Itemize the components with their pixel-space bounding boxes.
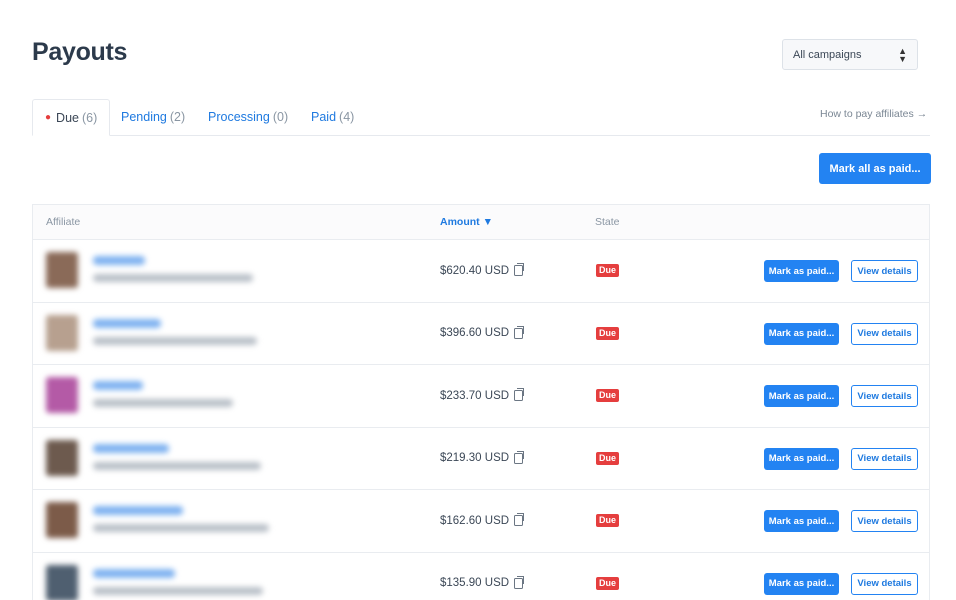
copy-icon[interactable] [514, 513, 525, 526]
amount-cell: $233.70 USD [440, 365, 525, 426]
mark-as-paid-button[interactable]: Mark as paid... [764, 572, 839, 595]
affiliate-name[interactable] [93, 568, 175, 578]
avatar [46, 314, 78, 351]
mark-as-paid-button[interactable]: Mark as paid... [764, 260, 839, 282]
view-details-button[interactable]: View details [851, 510, 918, 532]
amount-value: $620.40 USD [440, 264, 510, 277]
affiliate-email [93, 586, 263, 595]
tab-pending-count: (2) [169, 110, 186, 124]
affiliate-name[interactable] [93, 443, 169, 453]
payout-tabs: ● Due (6) Pending (2) Processing (0) Pai… [32, 99, 930, 136]
mark-as-paid-button[interactable]: Mark as paid... [764, 385, 839, 407]
view-details-button[interactable]: View details [851, 447, 918, 470]
amount-cell: $219.30 USD [440, 428, 525, 489]
amount-value: $396.60 USD [440, 327, 510, 339]
payouts-table: Affiliate Amount ▼ State $620.40 USD Due M… [32, 204, 930, 600]
tab-processing-count: (0) [272, 110, 289, 124]
view-details-button[interactable]: View details [851, 322, 918, 345]
status-badge: Due [596, 514, 620, 527]
tab-due[interactable]: ● Due (6) [32, 99, 111, 136]
status-badge: Due [596, 264, 620, 277]
affiliate-email [93, 461, 261, 470]
affiliate-cell[interactable] [43, 250, 283, 294]
affiliate-name[interactable] [93, 381, 143, 390]
tab-processing[interactable]: Processing (0) [208, 99, 288, 135]
affiliate-email [93, 399, 233, 407]
table-header: Affiliate Amount ▼ State [33, 205, 929, 240]
status-badge: Due [596, 389, 620, 402]
view-details-button[interactable]: View details [851, 260, 918, 282]
tab-pending-label: Pending [121, 110, 167, 124]
amount-value: $135.90 USD [440, 577, 510, 589]
amount-cell: $620.40 USD [440, 240, 525, 301]
table-row: $135.90 USD Due Mark as paid... View detail… [33, 553, 929, 600]
status-badge: Due [596, 576, 620, 590]
mark-as-paid-button[interactable]: Mark as paid... [764, 510, 839, 532]
affiliate-cell[interactable] [43, 438, 283, 482]
header-affiliate: Affiliate [46, 216, 81, 228]
avatar [46, 564, 78, 600]
tab-processing-label: Processing [208, 110, 270, 124]
avatar [46, 252, 78, 288]
amount-value: $219.30 USD [440, 452, 510, 464]
amount-value: $233.70 USD [440, 389, 510, 402]
affiliate-cell[interactable] [43, 313, 283, 357]
copy-icon[interactable] [514, 575, 525, 589]
view-details-button[interactable]: View details [851, 385, 918, 407]
affiliate-email [93, 336, 257, 345]
amount-cell: $162.60 USD [440, 490, 525, 551]
tab-due-count: (6) [81, 110, 98, 125]
mark-as-paid-button[interactable]: Mark as paid... [764, 447, 839, 470]
copy-icon[interactable] [514, 388, 525, 401]
amount-value: $162.60 USD [440, 514, 510, 527]
table-row: $233.70 USD Due Mark as paid... View detail… [33, 365, 929, 428]
table-body: $620.40 USD Due Mark as paid... View detail… [33, 240, 929, 600]
copy-icon[interactable] [514, 325, 525, 339]
copy-icon[interactable] [514, 263, 525, 276]
avatar [46, 377, 78, 413]
table-row: $620.40 USD Due Mark as paid... View detail… [33, 240, 929, 303]
status-badge: Due [596, 451, 620, 465]
affiliate-cell[interactable] [43, 500, 283, 544]
avatar [46, 439, 78, 476]
affiliate-cell[interactable] [43, 375, 283, 419]
page-title: Payouts [32, 38, 128, 66]
table-row: $219.30 USD Due Mark as paid... View detail… [33, 428, 929, 490]
affiliate-email [93, 274, 253, 282]
avatar [46, 502, 78, 538]
tab-paid[interactable]: Paid (4) [311, 99, 354, 135]
campaign-select[interactable]: All campaigns ▲ ▼ [782, 39, 918, 70]
tab-due-label: Due [56, 110, 79, 125]
affiliate-email [93, 524, 269, 532]
affiliate-name[interactable] [93, 506, 183, 515]
affiliate-name[interactable] [93, 318, 161, 328]
sort-caret-icon: ▲ ▼ [898, 45, 907, 64]
copy-icon[interactable] [514, 450, 525, 464]
amount-cell: $396.60 USD [440, 303, 525, 364]
view-details-button[interactable]: View details [851, 572, 918, 595]
table-row: $396.60 USD Due Mark as paid... View detail… [33, 303, 929, 365]
amount-cell: $135.90 USD [440, 553, 525, 600]
mark-as-paid-button[interactable]: Mark as paid... [764, 322, 839, 345]
header-amount[interactable]: Amount ▼ [440, 205, 493, 239]
tab-paid-count: (4) [339, 110, 355, 124]
affiliate-cell[interactable] [43, 563, 283, 600]
table-row: $162.60 USD Due Mark as paid... View detail… [33, 490, 929, 553]
header-state: State [595, 216, 620, 228]
alert-dot-icon: ● [45, 112, 52, 123]
affiliate-name[interactable] [93, 256, 145, 265]
tab-paid-label: Paid [311, 110, 337, 124]
status-badge: Due [596, 326, 620, 340]
campaign-select-value: All campaigns [793, 48, 862, 61]
mark-all-paid-button[interactable]: Mark all as paid... [819, 153, 931, 184]
how-to-pay-link[interactable]: How to pay affiliates → [820, 108, 927, 120]
tab-pending[interactable]: Pending (2) [121, 99, 185, 135]
